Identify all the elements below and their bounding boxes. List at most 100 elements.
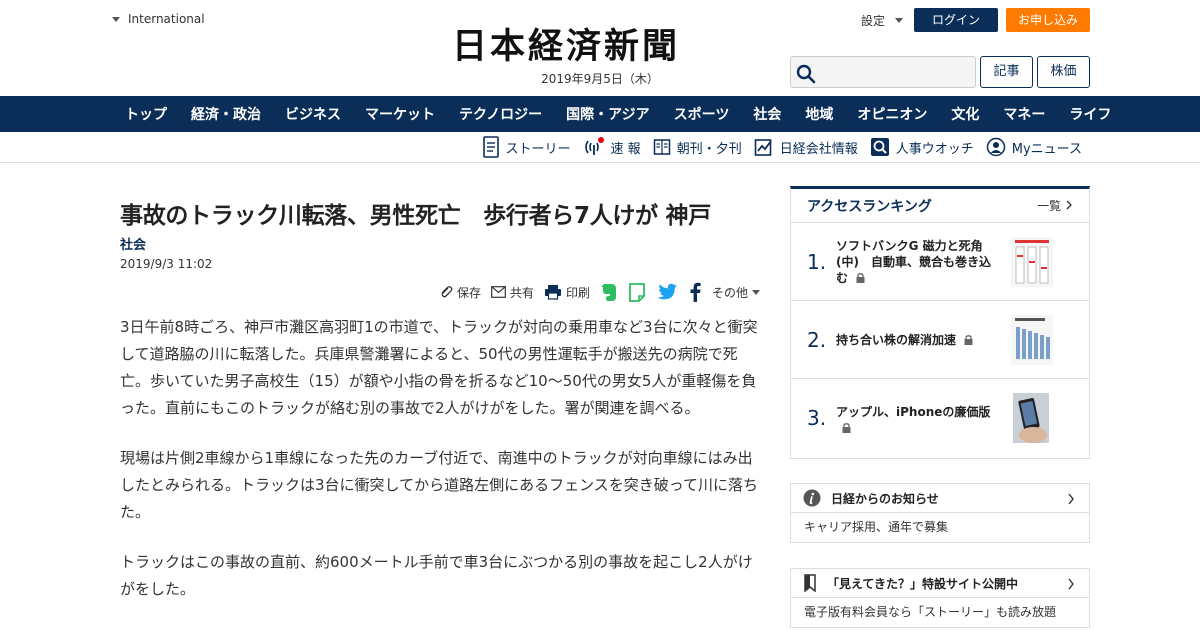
nav-item-9[interactable]: オピニオン xyxy=(845,104,939,124)
subnav-story[interactable]: ストーリー xyxy=(482,136,571,158)
subnav-company-info[interactable]: 日経会社情報 xyxy=(754,137,858,157)
twitter-icon xyxy=(657,283,677,300)
chevron-right-icon xyxy=(1066,200,1072,210)
ranking-headline-text: アップル、iPhoneの廉価版 xyxy=(836,405,991,419)
twitter-button[interactable] xyxy=(656,283,678,301)
notice-header[interactable]: 日経からのお知らせ xyxy=(791,484,1089,513)
lock-icon xyxy=(964,335,973,345)
search-articles-button[interactable]: 記事 xyxy=(980,56,1033,88)
notice-title: 日経からのお知らせ xyxy=(831,491,939,506)
article-toolbar: 保存 共有 印刷 その他 xyxy=(420,280,760,304)
settings-menu[interactable]: 設定 xyxy=(861,12,904,29)
caret-down-icon xyxy=(112,16,120,22)
subnav-my-news[interactable]: Myニュース xyxy=(986,137,1082,157)
story-icon xyxy=(482,136,499,158)
subnav-personnel[interactable]: 人事ウオッチ xyxy=(870,137,974,157)
more-menu[interactable]: その他 xyxy=(712,284,760,301)
region-label: International xyxy=(128,12,205,26)
article-title: 事故のトラック川転落、男性死亡 歩行者ら7人けが 神戸 xyxy=(120,203,711,229)
ranking-number: 3. xyxy=(807,406,827,430)
note-clip-icon xyxy=(629,283,645,302)
ranking-item-2[interactable]: 2. 持ち合い株の解消加速 xyxy=(791,301,1089,379)
ranking-title: アクセスランキング xyxy=(807,198,932,215)
ranking-thumbnail xyxy=(1011,237,1053,287)
nav-item-1[interactable]: 経済・政治 xyxy=(179,104,273,124)
facebook-icon xyxy=(690,282,701,302)
chevron-right-icon xyxy=(1068,578,1074,590)
article-paragraph: トラックはこの事故の直前、約600メートル手前で車3台にぶつかる別の事故を起こし… xyxy=(120,553,753,598)
evernote-icon xyxy=(600,284,616,301)
info-icon xyxy=(803,489,821,507)
nav-item-11[interactable]: マネー xyxy=(991,104,1057,124)
notice-header[interactable]: 「見えてきた？」特設サイト公開中 xyxy=(791,569,1089,598)
subscribe-button[interactable]: お申し込み xyxy=(1006,8,1090,32)
print-button[interactable]: 印刷 xyxy=(544,284,590,301)
subnav-personnel-label: 人事ウオッチ xyxy=(895,141,974,157)
subnav-newspaper[interactable]: 朝刊・夕刊 xyxy=(653,138,742,157)
nav-item-10[interactable]: 文化 xyxy=(939,104,991,124)
sub-nav: ストーリー 速 報 朝刊・夕刊 日経会社情報 人事ウオッチ Myニュース xyxy=(0,132,1200,163)
ranking-thumbnail xyxy=(1011,315,1053,365)
article-timestamp: 2019/9/3 11:02 xyxy=(120,257,213,271)
nav-item-12[interactable]: ライフ xyxy=(1057,104,1123,124)
nav-item-6[interactable]: スポーツ xyxy=(662,104,742,124)
ranking-headline: 持ち合い株の解消加速 xyxy=(836,332,994,348)
nav-item-0[interactable]: トップ xyxy=(112,104,179,124)
access-ranking: アクセスランキング 一覧 1. ソフトバンクG 磁力と死角(中) 自動車、競合も… xyxy=(790,186,1090,459)
chevron-right-icon xyxy=(1068,493,1074,505)
lock-icon xyxy=(856,273,865,283)
nav-item-4[interactable]: テクノロジー xyxy=(447,104,554,124)
ranking-headline-text: 持ち合い株の解消加速 xyxy=(836,333,957,347)
nav-item-2[interactable]: ビジネス xyxy=(273,104,353,124)
settings-label: 設定 xyxy=(861,14,886,28)
region-selector[interactable]: International xyxy=(112,12,205,26)
printer-icon xyxy=(544,285,561,300)
search-input[interactable] xyxy=(790,56,976,88)
article-paragraph: 現場は片側2車線から1車線になった先のカーブ付近で、南進中のトラックが対向車線に… xyxy=(120,449,759,521)
company-info-icon xyxy=(754,139,772,156)
ranking-item-1[interactable]: 1. ソフトバンクG 磁力と死角(中) 自動車、競合も巻き込む xyxy=(791,223,1089,301)
ranking-thumbnail xyxy=(1013,393,1049,443)
subnav-company-info-label: 日経会社情報 xyxy=(779,141,858,157)
my-news-icon xyxy=(986,137,1005,157)
caret-down-icon xyxy=(752,289,760,295)
subnav-breaking[interactable]: 速 報 xyxy=(583,137,641,157)
save-button[interactable]: 保存 xyxy=(439,284,481,301)
caret-down-icon xyxy=(895,18,904,23)
facebook-button[interactable] xyxy=(688,282,702,302)
subnav-story-label: ストーリー xyxy=(505,141,571,157)
ranking-all-label: 一覧 xyxy=(1037,199,1062,213)
ranking-headline: アップル、iPhoneの廉価版 xyxy=(836,404,994,436)
more-label: その他 xyxy=(711,285,748,300)
share-button[interactable]: 共有 xyxy=(491,284,534,301)
notice-body[interactable]: 電子版有料会員なら「ストーリー」も読み放題 xyxy=(791,598,1089,627)
nav-item-3[interactable]: マーケット xyxy=(353,104,447,124)
today-date: 2019年9月5日（木） xyxy=(541,72,659,86)
clip-button[interactable] xyxy=(628,282,646,302)
nav-item-5[interactable]: 国際・アジア xyxy=(554,104,661,124)
evernote-button[interactable] xyxy=(600,282,618,302)
breaking-news-icon xyxy=(584,137,604,155)
nav-item-7[interactable]: 社会 xyxy=(741,104,793,124)
nav-item-8[interactable]: 地域 xyxy=(793,104,845,124)
main-nav-list: トップ 経済・政治 ビジネス マーケット テクノロジー 国際・アジア スポーツ 社会 地域 オピニ… xyxy=(112,96,1111,132)
save-label: 保存 xyxy=(456,285,481,300)
search-icon xyxy=(796,64,816,84)
ranking-header: アクセスランキング 一覧 xyxy=(791,189,1089,223)
notice-body[interactable]: キャリア採用、通年で募集 xyxy=(791,513,1089,542)
nikkei-logo[interactable]: 日本経済新聞 xyxy=(452,26,748,68)
mail-icon xyxy=(491,286,506,298)
search-stocks-button[interactable]: 株価 xyxy=(1037,56,1090,88)
ranking-headline: ソフトバンクG 磁力と死角(中) 自動車、競合も巻き込む xyxy=(836,238,994,286)
login-button[interactable]: ログイン xyxy=(914,8,998,32)
article-category-link[interactable]: 社会 xyxy=(120,234,146,253)
ranking-item-3[interactable]: 3. アップル、iPhoneの廉価版 xyxy=(791,379,1089,457)
subnav-breaking-label: 速 報 xyxy=(610,141,641,157)
notice-title: 「見えてきた？」特設サイト公開中 xyxy=(827,576,1019,591)
ranking-all-link[interactable]: 一覧 xyxy=(1037,197,1073,214)
lock-icon xyxy=(842,423,851,433)
bookmark-icon xyxy=(804,574,816,592)
subnav-my-news-label: Myニュース xyxy=(1011,141,1082,157)
nikkei-notice-box: 日経からのお知らせ キャリア採用、通年で募集 xyxy=(790,483,1090,543)
subnav-newspaper-label: 朝刊・夕刊 xyxy=(676,141,742,157)
